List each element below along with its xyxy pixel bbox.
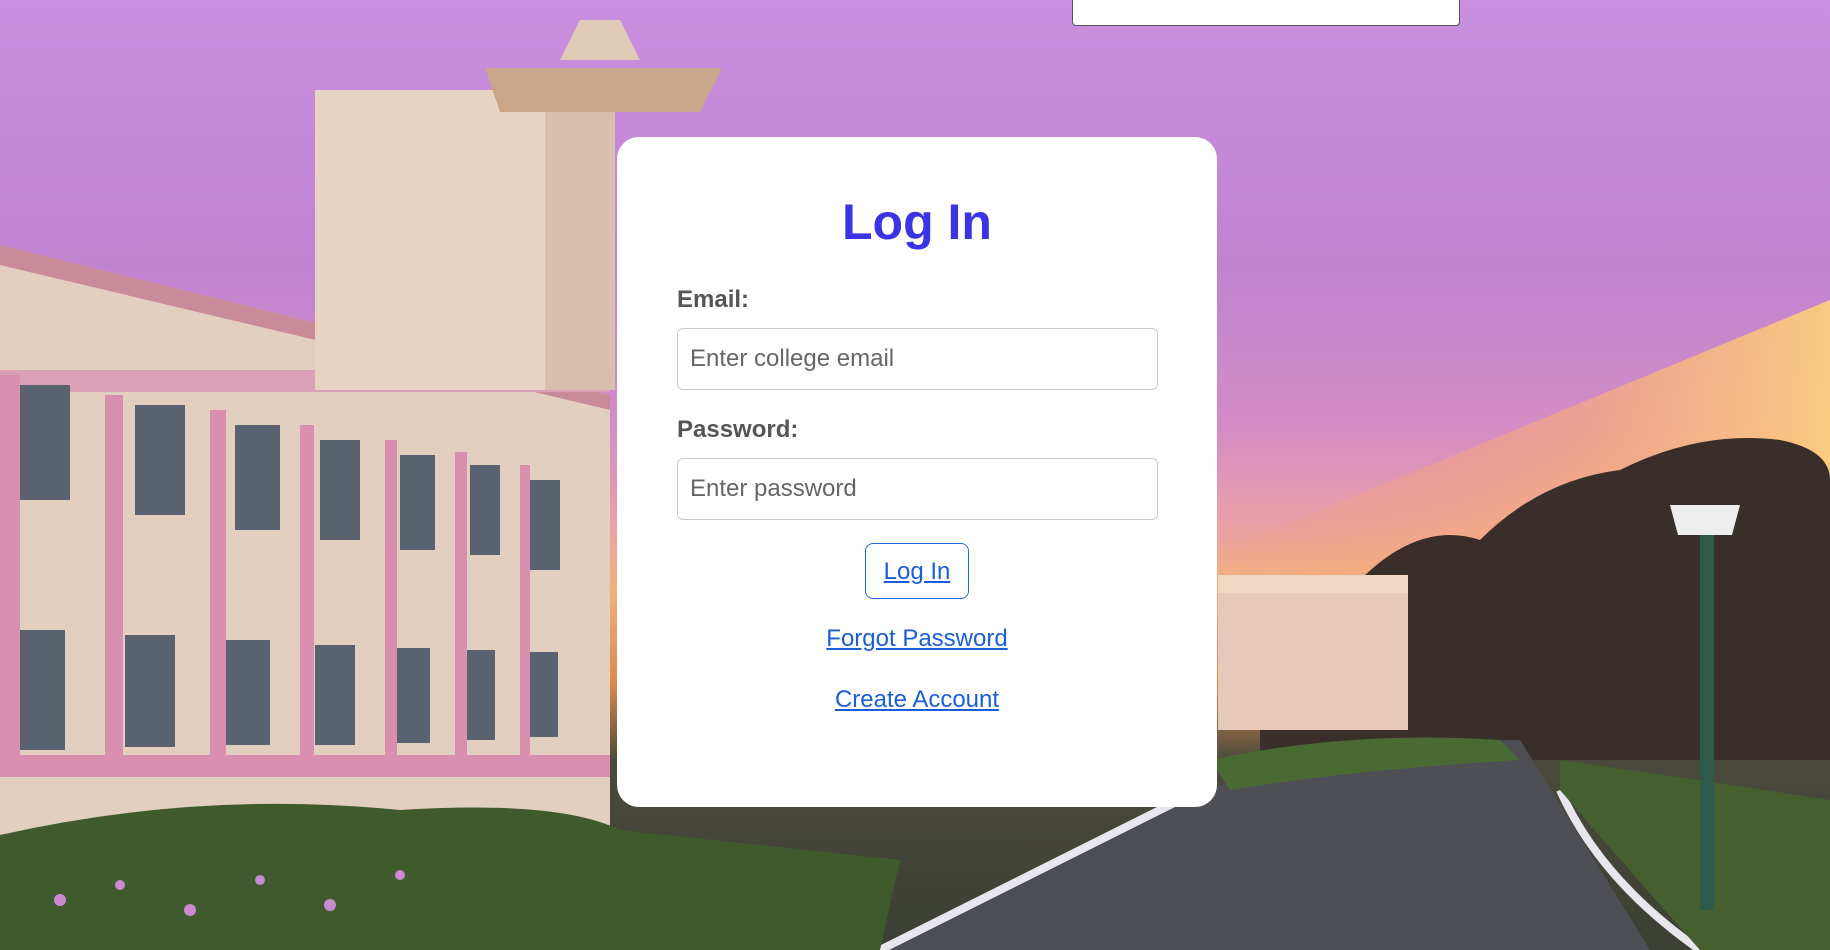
- email-field[interactable]: [677, 328, 1158, 390]
- login-card: Log In Email: Password: Log In Forgot Pa…: [617, 137, 1217, 807]
- login-page: Log In Email: Password: Log In Forgot Pa…: [0, 0, 1830, 950]
- page-title: Log In: [842, 194, 992, 250]
- forgot-password-link[interactable]: Forgot Password: [826, 625, 1007, 652]
- password-field[interactable]: [677, 458, 1158, 520]
- submit-row: Log In: [677, 543, 1157, 599]
- email-label: Email:: [677, 286, 750, 313]
- create-account-link[interactable]: Create Account: [835, 686, 999, 713]
- forgot-row: Forgot Password: [677, 625, 1157, 653]
- login-button[interactable]: Log In: [864, 543, 970, 599]
- top-overlay-box: [1072, 0, 1460, 26]
- create-row: Create Account: [677, 686, 1157, 714]
- password-label: Password:: [677, 416, 799, 443]
